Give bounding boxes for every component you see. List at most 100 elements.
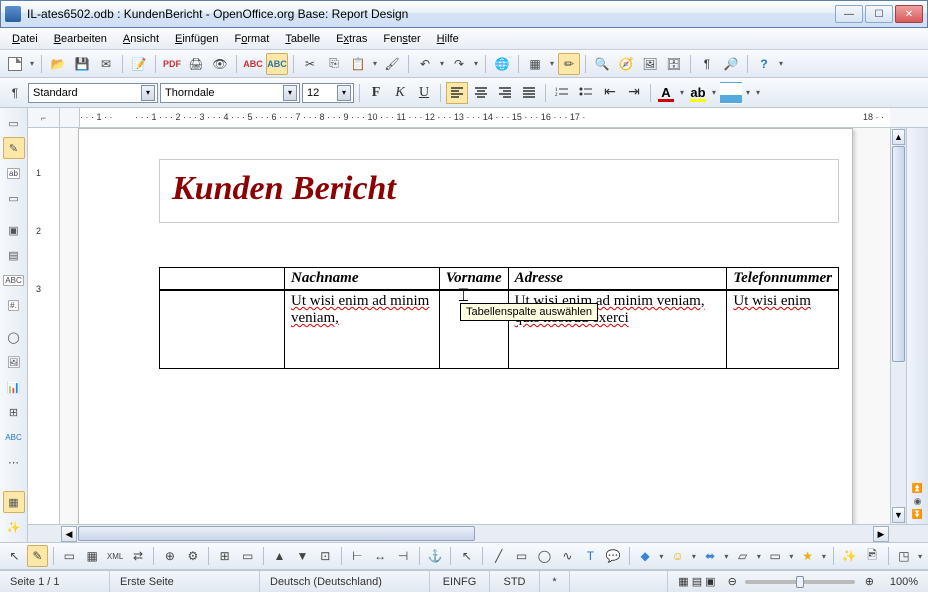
increase-indent-button[interactable]: ⇥ — [623, 82, 645, 104]
callout-icon[interactable]: 💬 — [603, 545, 624, 567]
decrease-indent-button[interactable]: ⇤ — [599, 82, 621, 104]
menu-bearbeiten[interactable]: Bearbeiten — [46, 31, 115, 47]
horizontal-ruler[interactable]: · · · 1 · · · · · 1 · · · 2 · · · 3 · · … — [80, 108, 890, 127]
navigator-icon[interactable]: 🧭 — [615, 53, 637, 75]
highlight-button[interactable]: ab — [688, 83, 708, 103]
scroll-right-button[interactable]: ▶ — [873, 526, 889, 542]
table-cell-lead[interactable] — [160, 290, 285, 368]
numbered-list-button[interactable]: 12 — [551, 82, 573, 104]
textbox-tool-icon[interactable]: ▭ — [3, 187, 25, 209]
datasources-icon[interactable]: 🗄 — [663, 53, 685, 75]
form-design-icon[interactable]: ▭ — [59, 545, 80, 567]
page-area[interactable]: Kunden Bericht Nachname Vorname Adresse … — [60, 128, 890, 524]
table-cell-telefon[interactable]: Ut wisi enim — [727, 290, 839, 368]
star-shapes-icon[interactable]: ★ — [797, 545, 818, 567]
select2-icon[interactable]: ↖ — [456, 545, 477, 567]
minimize-button[interactable]: — — [835, 5, 863, 23]
menu-hilfe[interactable]: Hilfe — [429, 31, 467, 47]
flowchart-dropdown[interactable]: ▾ — [755, 552, 763, 561]
align-center-button[interactable] — [470, 82, 492, 104]
table-header-vorname[interactable]: Vorname — [439, 268, 508, 291]
print-preview-icon[interactable]: 👁 — [209, 53, 231, 75]
drawing-toolbar-options[interactable]: ▾ — [916, 552, 924, 561]
table-dropdown[interactable]: ▾ — [548, 59, 556, 68]
group-icon[interactable]: ⊡ — [315, 545, 336, 567]
open-icon[interactable]: 📂 — [47, 53, 69, 75]
basic-shapes-icon[interactable]: ◆ — [635, 545, 656, 567]
nonprinting-icon[interactable]: ¶ — [696, 53, 718, 75]
star-dropdown[interactable]: ▾ — [820, 552, 828, 561]
group-tool-icon[interactable]: ▣ — [3, 219, 25, 241]
ellipse-icon[interactable]: ◯ — [534, 545, 555, 567]
highlight-dropdown[interactable]: ▾ — [710, 88, 718, 97]
anchor-icon[interactable]: ⚓ — [424, 545, 445, 567]
new-doc-dropdown[interactable]: ▾ — [28, 59, 36, 68]
status-page[interactable]: Seite 1 / 1 — [0, 571, 110, 592]
formatted-field-icon[interactable]: ▤ — [3, 244, 25, 266]
bg-color-button[interactable] — [720, 82, 742, 104]
number-field-icon[interactable]: #. — [3, 294, 25, 316]
align-left-button[interactable] — [446, 82, 468, 104]
fmt-toolbar-options[interactable]: ▾ — [754, 88, 762, 97]
pointer-icon[interactable]: ↖ — [4, 545, 25, 567]
font-color-button[interactable]: A — [656, 83, 676, 103]
more-controls-icon[interactable]: ⋯ — [3, 451, 25, 473]
redo-dropdown[interactable]: ▾ — [472, 59, 480, 68]
bold-button[interactable]: F — [365, 82, 387, 104]
arrow-shapes-icon[interactable]: ⬌ — [700, 545, 721, 567]
label-tool-icon[interactable]: ab — [3, 162, 25, 184]
redo-icon[interactable]: ↷ — [448, 53, 470, 75]
vertical-ruler[interactable]: 1 2 3 — [28, 128, 60, 524]
undo-dropdown[interactable]: ▾ — [438, 59, 446, 68]
zoom-in-button[interactable]: ⊕ — [861, 571, 878, 592]
grid-tool-icon[interactable]: ⊞ — [3, 401, 25, 423]
from-file-icon[interactable]: 🖻 — [862, 545, 883, 567]
flowchart-icon[interactable]: ▱ — [732, 545, 753, 567]
show-draw-icon[interactable]: ✏ — [558, 53, 580, 75]
xml-form-icon[interactable]: XML — [105, 545, 126, 567]
status-language[interactable]: Deutsch (Deutschland) — [260, 571, 430, 592]
maximize-button[interactable]: ☐ — [865, 5, 893, 23]
wizard-icon[interactable]: ✨ — [3, 516, 25, 538]
next-page-icon[interactable]: ⏬ — [912, 509, 923, 520]
bring-front-icon[interactable]: ▲ — [269, 545, 290, 567]
report-title[interactable]: Kunden Bericht — [159, 159, 839, 223]
bg-color-dropdown[interactable]: ▾ — [744, 88, 752, 97]
image-tool-icon[interactable]: 🖼 — [3, 351, 25, 373]
text-tool-icon[interactable]: ABC — [3, 426, 25, 448]
zoom-slider-knob[interactable] — [796, 576, 804, 588]
format-paintbrush-icon[interactable]: 🖌 — [381, 53, 403, 75]
form-nav-icon[interactable]: ▦ — [82, 545, 103, 567]
extrusion-icon[interactable]: ◳ — [893, 545, 914, 567]
scroll-left-button[interactable]: ◀ — [61, 526, 77, 542]
status-template[interactable]: Erste Seite — [110, 571, 260, 592]
paragraph-style-combo[interactable]: Standard▾ — [28, 83, 158, 103]
zoom-icon[interactable]: 🔎 — [720, 53, 742, 75]
undo-icon[interactable]: ↶ — [414, 53, 436, 75]
position-size-icon[interactable]: ⊞ — [214, 545, 235, 567]
font-size-combo[interactable]: 12▾ — [302, 83, 354, 103]
align-left-obj-icon[interactable]: ⊢ — [347, 545, 368, 567]
callout-shapes-dropdown[interactable]: ▾ — [788, 552, 796, 561]
design-mode-icon[interactable]: ▦ — [3, 491, 25, 513]
spellcheck-icon[interactable]: ABC — [242, 53, 264, 75]
vscroll-thumb[interactable] — [892, 146, 905, 362]
edit-doc-icon[interactable]: 📝 — [128, 53, 150, 75]
menu-fenster[interactable]: Fenster — [375, 31, 428, 47]
nav-target-icon[interactable]: ◉ — [914, 496, 922, 507]
bullet-list-button[interactable] — [575, 82, 597, 104]
menu-datei[interactable]: Datei — [4, 31, 46, 47]
line-icon[interactable]: ╱ — [488, 545, 509, 567]
align-right-button[interactable] — [494, 82, 516, 104]
zoom-slider[interactable] — [745, 580, 855, 584]
status-view-icons[interactable]: ▦ ▤ ▣ — [668, 571, 725, 592]
underline-button[interactable]: U — [413, 82, 435, 104]
italic-button[interactable]: K — [389, 82, 411, 104]
status-insert[interactable]: EINFG — [430, 571, 490, 592]
select-tool-icon[interactable]: ▭ — [3, 112, 25, 134]
callout-shapes-icon[interactable]: ▭ — [765, 545, 786, 567]
label-field-icon[interactable]: ABC — [3, 269, 25, 291]
vertical-scrollbar[interactable]: ▲ ▼ — [890, 128, 906, 524]
horizontal-scrollbar[interactable]: ◀ ▶ — [60, 525, 890, 542]
menu-ansicht[interactable]: Ansicht — [115, 31, 167, 47]
